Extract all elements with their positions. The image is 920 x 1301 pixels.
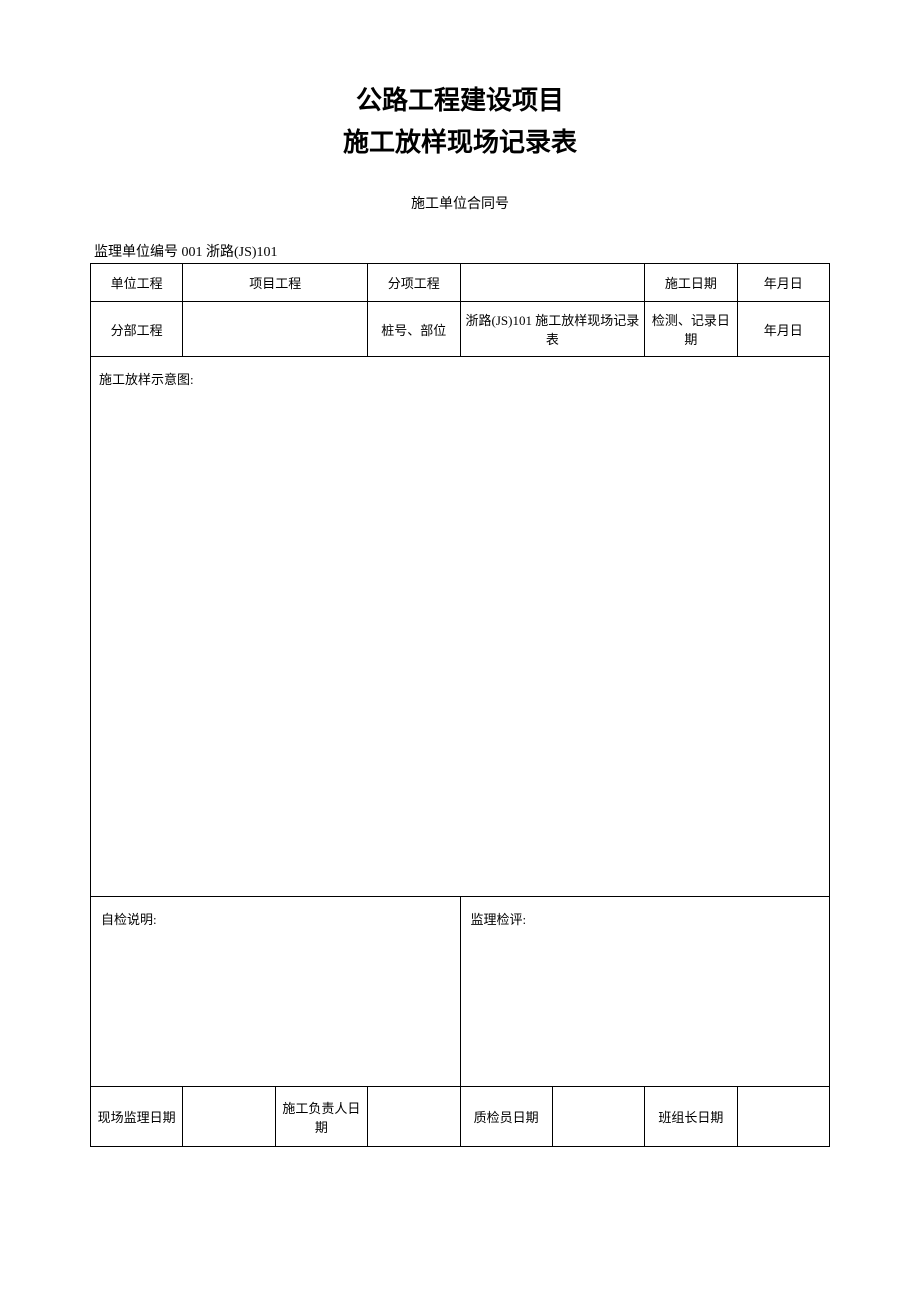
construction-manager-value: [368, 1087, 460, 1147]
pile-value: 浙路(JS)101 施工放样现场记录表: [460, 302, 645, 357]
project-label: 项目工程: [183, 264, 368, 302]
qc-value: [552, 1087, 644, 1147]
construct-date-value: 年月日: [737, 264, 829, 302]
construction-manager-label: 施工负责人日期: [275, 1087, 367, 1147]
header-row-2: 分部工程 桩号、部位 浙路(JS)101 施工放样现场记录表 检测、记录日期 年…: [91, 302, 830, 357]
title-line-2: 施工放样现场记录表: [90, 122, 830, 164]
site-supervisor-value: [183, 1087, 275, 1147]
division-label: 分部工程: [91, 302, 183, 357]
sub-item-label: 分项工程: [368, 264, 460, 302]
header-row-1: 单位工程 项目工程 分项工程 施工日期 年月日: [91, 264, 830, 302]
pile-label: 桩号、部位: [368, 302, 460, 357]
signature-row: 现场监理日期 施工负责人日期 质检员日期 班组长日期: [91, 1087, 830, 1147]
sub-item-value: [460, 264, 645, 302]
supervisor-number-line: 监理单位编号 001 浙路(JS)101: [90, 241, 830, 261]
site-supervisor-label: 现场监理日期: [91, 1087, 183, 1147]
title-line-1: 公路工程建设项目: [90, 80, 830, 122]
contract-number-line: 施工单位合同号: [90, 193, 830, 213]
construct-date-label: 施工日期: [645, 264, 737, 302]
title-block: 公路工程建设项目 施工放样现场记录表: [90, 80, 830, 163]
inspect-date-label: 检测、记录日期: [645, 302, 737, 357]
diagram-cell: 施工放样示意图:: [91, 357, 830, 897]
qc-label: 质检员日期: [460, 1087, 552, 1147]
team-leader-label: 班组长日期: [645, 1087, 737, 1147]
supervisor-review-cell: 监理检评:: [460, 897, 830, 1087]
self-check-cell: 自检说明:: [91, 897, 461, 1087]
unit-project-label: 单位工程: [91, 264, 183, 302]
team-leader-value: [737, 1087, 829, 1147]
division-value: [183, 302, 368, 357]
diagram-row: 施工放样示意图:: [91, 357, 830, 897]
record-table: 单位工程 项目工程 分项工程 施工日期 年月日 分部工程 桩号、部位 浙路(JS…: [90, 263, 830, 1147]
review-row: 自检说明: 监理检评:: [91, 897, 830, 1087]
inspect-date-value: 年月日: [737, 302, 829, 357]
